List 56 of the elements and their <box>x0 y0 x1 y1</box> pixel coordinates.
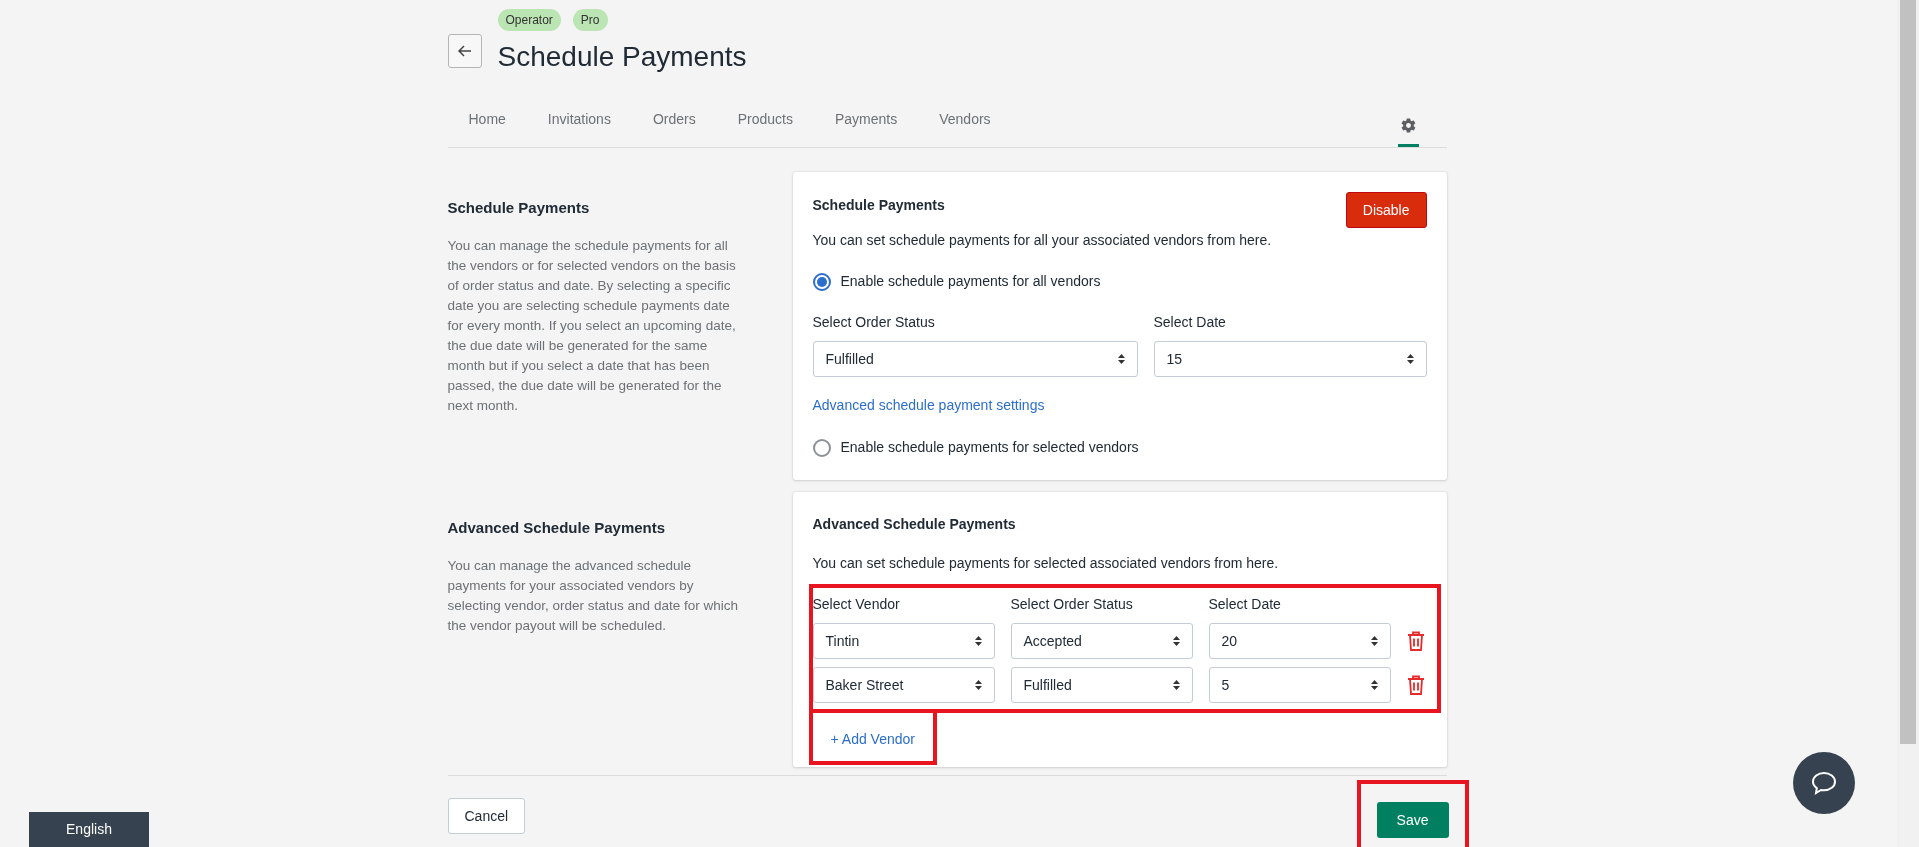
page-title: Schedule Payments <box>497 40 747 74</box>
section-description: You can manage the advanced schedule payments for your associated vendors by selecting vendor, order status and date for which the vendor payout will be scheduled. <box>447 556 739 635</box>
cancel-button[interactable]: Cancel <box>447 798 526 834</box>
sort-caret-icon <box>974 636 982 646</box>
select-field[interactable]: 15 <box>1153 341 1427 377</box>
field-label: Select Date <box>1153 313 1227 332</box>
sort-caret-icon <box>974 680 982 690</box>
scrollbar-thumb[interactable] <box>1900 0 1916 744</box>
radio-button[interactable] <box>812 272 831 291</box>
select-field[interactable]: Fulfilled <box>812 341 1138 377</box>
sort-caret-icon <box>1172 680 1180 690</box>
radio-label: Enable schedule payments for selected vendors <box>840 438 1139 457</box>
nav-tab[interactable]: Invitations <box>526 109 632 147</box>
save-button[interactable]: Save <box>1376 802 1449 838</box>
card-subtitle: You can set schedule payments for selected associated vendors from here. <box>812 554 1280 573</box>
trash-icon[interactable] <box>1406 631 1425 651</box>
chat-bubble-icon <box>1811 771 1837 795</box>
nav-tab[interactable]: Products <box>716 109 814 147</box>
card-title: Schedule Payments <box>812 196 945 215</box>
settings-icon <box>1399 117 1417 134</box>
advanced-settings-link[interactable]: Advanced schedule payment settings <box>812 395 1045 416</box>
sort-caret-icon <box>1370 680 1378 690</box>
sort-caret-icon <box>1370 636 1378 646</box>
sort-caret-icon <box>1172 636 1180 646</box>
section-description: You can manage the schedule payments for all the vendors or for selected vendors on the basis of order status and date. By selecting a specific date you are selecting schedule payments date for every month. If you select an upcoming date, the due date will be generated for the same month but if you select a date that has been passed, the due date will be generated for the next month. <box>447 236 737 415</box>
radio-label: Enable schedule payments for all vendors <box>840 272 1101 291</box>
select-field[interactable]: Tintin <box>812 623 995 659</box>
disable-button[interactable]: Disable <box>1345 192 1427 228</box>
back-button[interactable] <box>447 34 482 68</box>
nav-tab[interactable]: Vendors <box>918 109 1012 147</box>
role-badge: Pro <box>572 9 608 31</box>
trash-icon[interactable] <box>1406 675 1425 695</box>
add-vendor-link[interactable]: + Add Vendor <box>830 731 915 747</box>
section-heading: Schedule Payments <box>447 198 591 218</box>
column-label: Select Date <box>1208 595 1282 614</box>
role-badge: Operator <box>497 9 561 31</box>
card-subtitle: You can set schedule payments for all your associated vendors from here. <box>812 231 1273 250</box>
radio-button[interactable] <box>812 438 831 457</box>
sort-caret-icon <box>1117 354 1125 364</box>
language-tab[interactable]: English <box>29 812 149 847</box>
section-heading: Advanced Schedule Payments <box>447 518 667 538</box>
nav-tab[interactable]: Home <box>447 109 527 147</box>
select-field[interactable]: Fulfilled <box>1010 667 1193 703</box>
nav-tab[interactable]: Orders <box>631 109 717 147</box>
select-field[interactable]: Baker Street <box>812 667 995 703</box>
nav-tab[interactable]: Payments <box>813 109 919 147</box>
settings-tab[interactable] <box>1397 117 1419 147</box>
select-field[interactable]: 5 <box>1208 667 1391 703</box>
field-label: Select Order Status <box>812 313 936 332</box>
card-title: Advanced Schedule Payments <box>812 515 1017 534</box>
select-field[interactable]: Accepted <box>1010 623 1193 659</box>
select-field[interactable]: 20 <box>1208 623 1391 659</box>
sort-caret-icon <box>1406 354 1414 364</box>
column-label: Select Order Status <box>1010 595 1134 614</box>
back-arrow-icon <box>457 45 472 57</box>
column-label: Select Vendor <box>812 595 901 614</box>
